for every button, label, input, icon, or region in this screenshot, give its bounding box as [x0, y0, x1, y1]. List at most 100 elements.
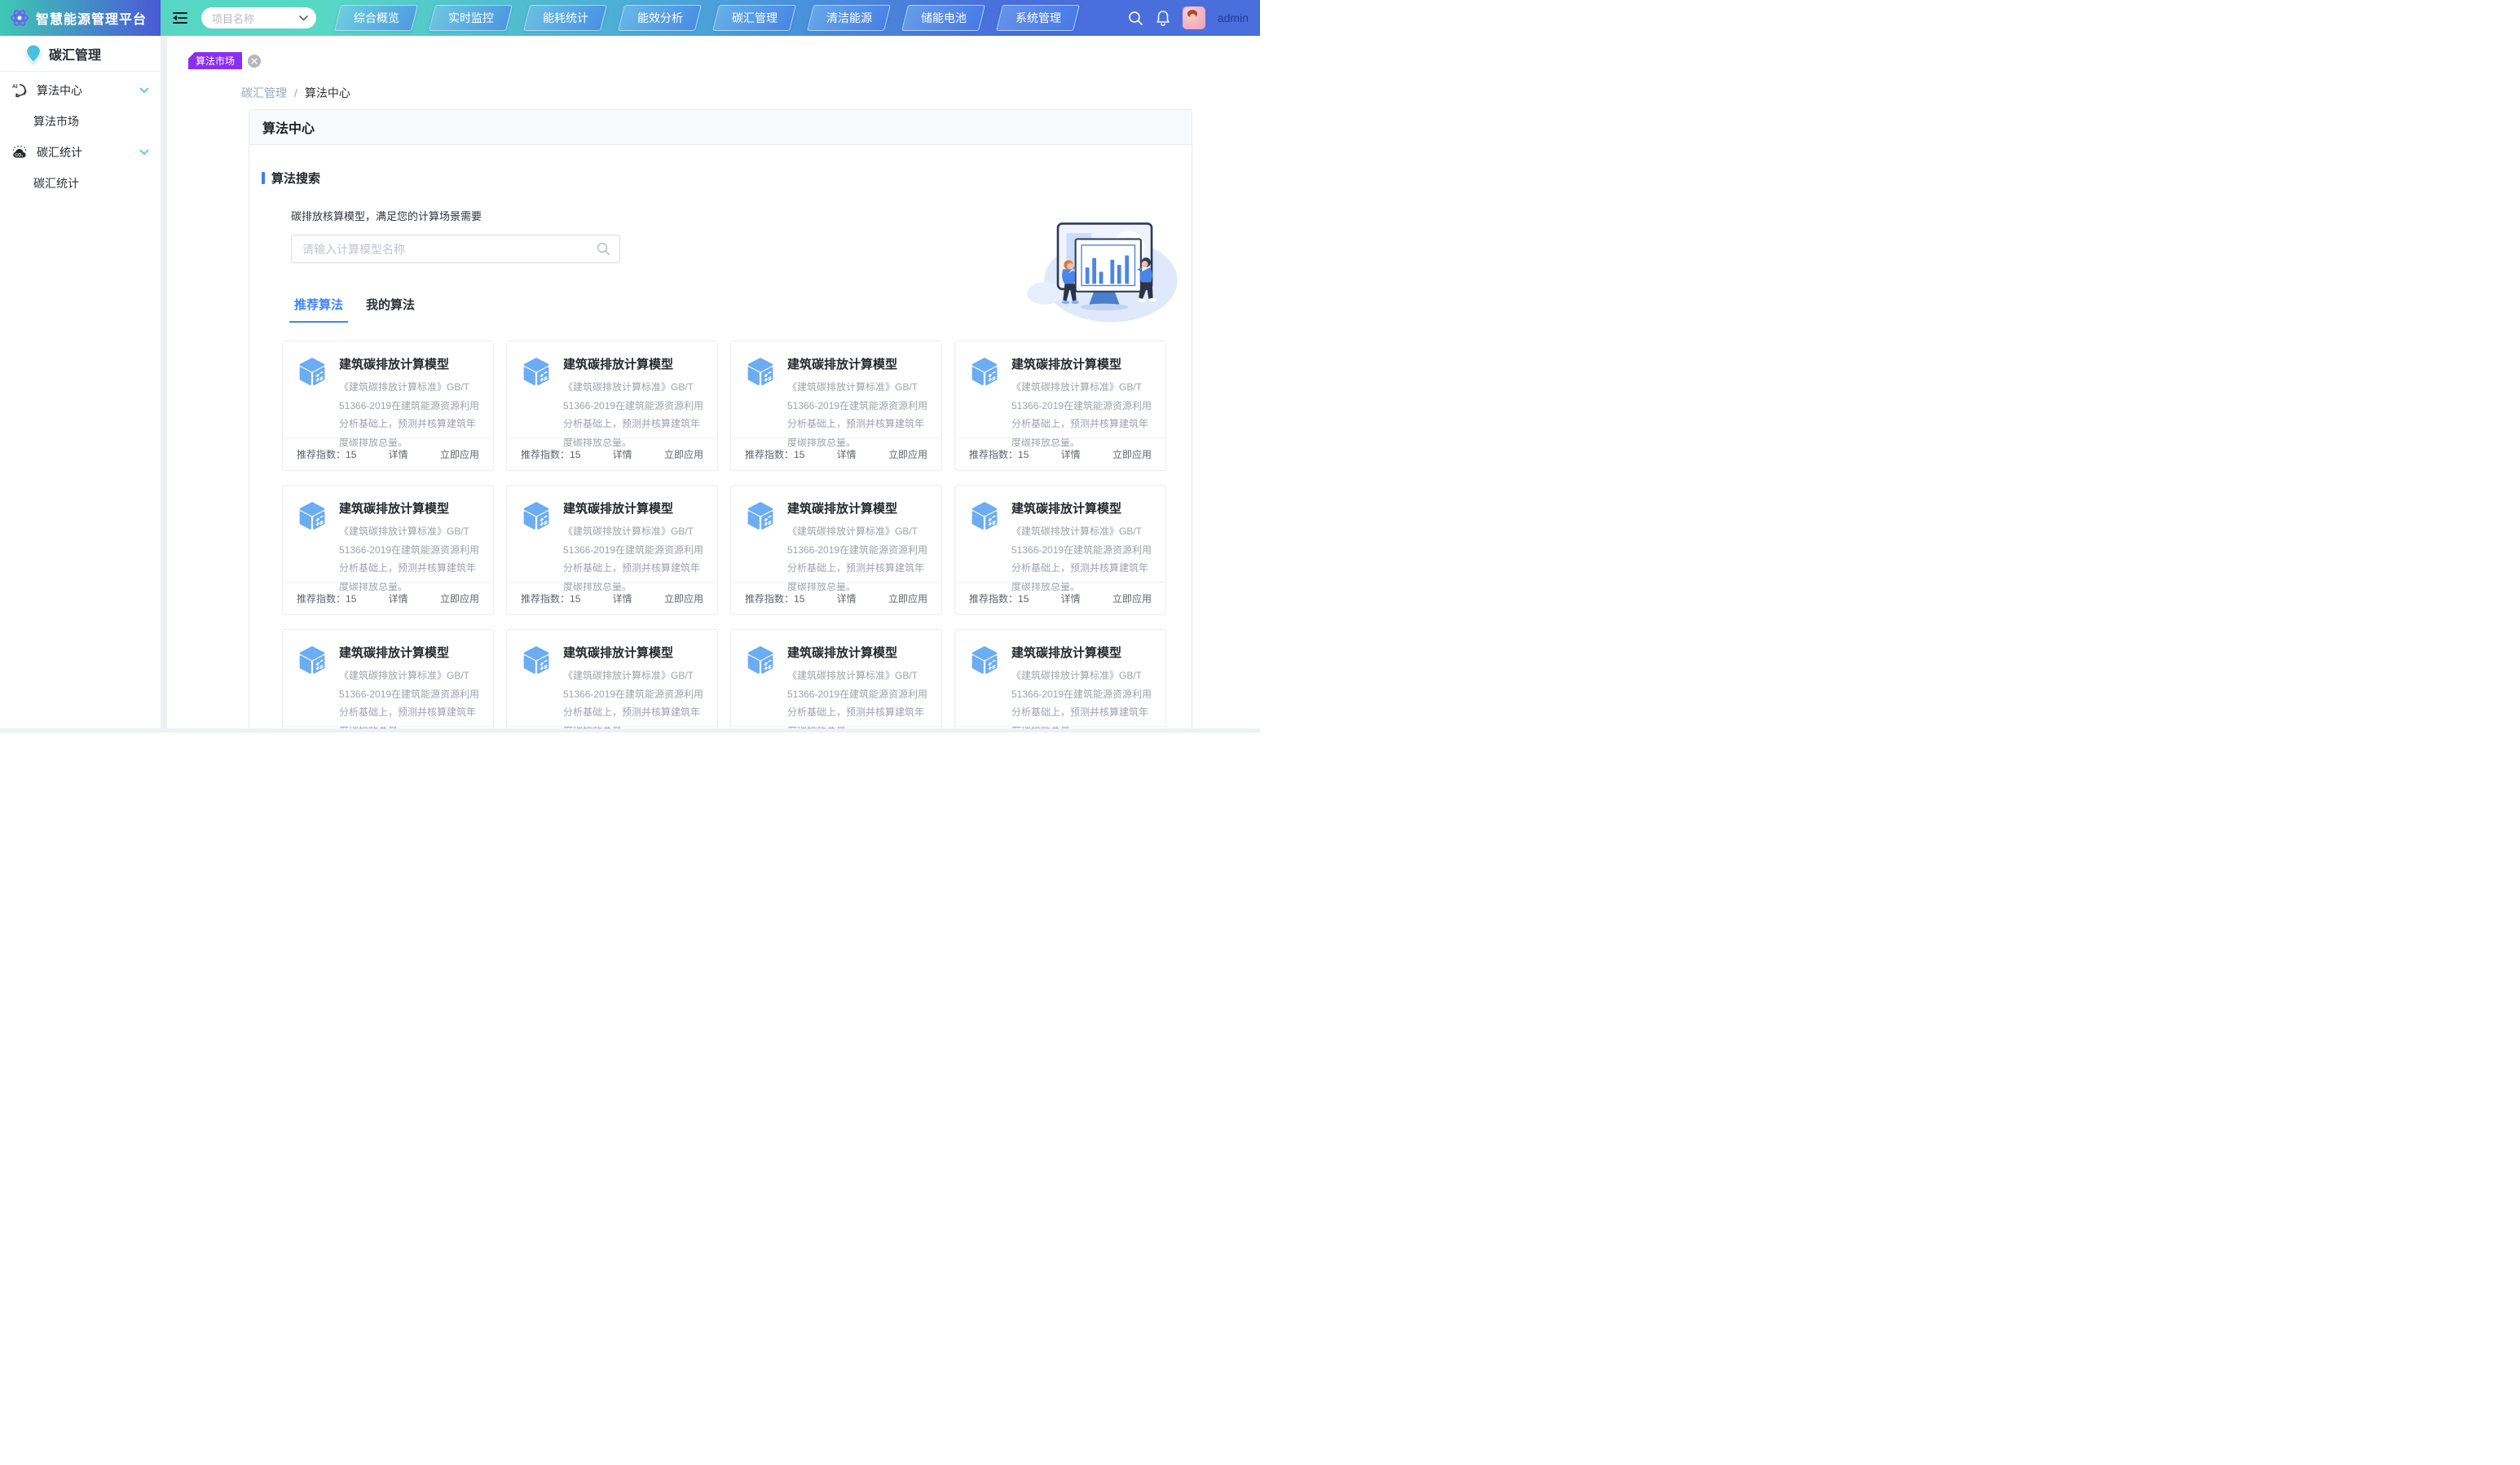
card-footer: 推荐指数：15 详情 立即应用	[507, 582, 717, 614]
section-label: 算法搜索	[271, 169, 320, 187]
header-nav: 综合概览 实时监控 能耗统计 能效分析 碳汇管理 清洁能源 储能电池 系统管理	[337, 5, 1077, 31]
recommend-score: 推荐指数：15	[745, 447, 804, 461]
detail-link[interactable]: 详情	[613, 592, 632, 605]
detail-link[interactable]: 详情	[389, 592, 408, 605]
detail-link[interactable]: 详情	[1061, 592, 1081, 605]
algorithm-card: 建筑碳排放计算模型 《建筑碳排放计算标准》GB/T 51366-2019在建筑能…	[730, 629, 942, 732]
panel-body: 算法搜索 碳排放核算模型，满足您的计算场景需要	[249, 145, 1192, 732]
model-cube-icon	[746, 357, 775, 386]
route-tag-algorithm-market[interactable]: 算法市场	[188, 52, 242, 69]
tag-close-button[interactable]	[248, 55, 261, 68]
card-description: 《建筑碳排放计算标准》GB/T 51366-2019在建筑能源资源利用分析基础上…	[1011, 667, 1152, 732]
recommend-score: 推荐指数：15	[521, 447, 580, 461]
svg-text:CO₂: CO₂	[15, 153, 24, 158]
model-cube-icon	[522, 357, 551, 386]
apply-link[interactable]: 立即应用	[664, 592, 703, 605]
algorithm-card: 建筑碳排放计算模型 《建筑碳排放计算标准》GB/T 51366-2019在建筑能…	[282, 629, 494, 732]
logo-area: 智慧能源管理平台	[0, 0, 161, 36]
atom-logo-icon	[10, 8, 29, 28]
algorithm-card: 建筑碳排放计算模型 《建筑碳排放计算标准》GB/T 51366-2019在建筑能…	[954, 341, 1166, 471]
sidebar-subitem-algorithm-market[interactable]: 算法市场	[0, 106, 161, 137]
sidebar-item-algorithm-center[interactable]: AI 算法中心	[0, 75, 161, 106]
sidebar-item-label: 算法中心	[37, 82, 139, 99]
detail-link[interactable]: 详情	[837, 592, 857, 605]
apply-link[interactable]: 立即应用	[1112, 447, 1152, 461]
nav-tab-能效分析[interactable]: 能效分析	[618, 5, 702, 31]
algorithm-card: 建筑碳排放计算模型 《建筑碳排放计算标准》GB/T 51366-2019在建筑能…	[282, 485, 494, 615]
nav-tab-碳汇管理[interactable]: 碳汇管理	[712, 5, 796, 31]
sidebar-subitem-carbon-statistics[interactable]: 碳汇统计	[0, 168, 161, 199]
chevron-down-icon	[139, 149, 149, 156]
model-cube-icon	[970, 357, 999, 386]
recommend-score: 推荐指数：15	[969, 592, 1029, 605]
breadcrumb-parent[interactable]: 碳汇管理	[241, 85, 287, 101]
card-description: 《建筑碳排放计算标准》GB/T 51366-2019在建筑能源资源利用分析基础上…	[339, 667, 480, 732]
algorithm-card: 建筑碳排放计算模型 《建筑碳排放计算标准》GB/T 51366-2019在建筑能…	[506, 341, 718, 471]
collapse-sidebar-icon[interactable]	[172, 11, 188, 25]
sidebar-module-title: 碳汇管理	[49, 44, 101, 64]
search-icon[interactable]	[1128, 11, 1143, 26]
apply-link[interactable]: 立即应用	[888, 447, 927, 461]
username-label[interactable]: admin	[1218, 11, 1249, 24]
algorithm-card: 建筑碳排放计算模型 《建筑碳排放计算标准》GB/T 51366-2019在建筑能…	[506, 485, 718, 615]
svg-text:AI: AI	[12, 84, 18, 90]
input-search-icon[interactable]	[597, 242, 610, 256]
nav-tab-实时监控[interactable]: 实时监控	[429, 5, 513, 31]
user-avatar[interactable]	[1183, 7, 1205, 29]
header-right: admin	[1128, 0, 1249, 36]
card-footer: 推荐指数：15 详情 立即应用	[731, 582, 941, 614]
apply-link[interactable]: 立即应用	[1112, 592, 1152, 605]
top-header: 智慧能源管理平台 项目名称 综合概览 实时监控 能耗统计 能效分析 碳汇管理 清…	[0, 0, 1260, 36]
card-title: 建筑碳排放计算模型	[339, 355, 480, 372]
apply-link[interactable]: 立即应用	[664, 447, 703, 461]
detail-link[interactable]: 详情	[613, 447, 632, 461]
sidebar-menu: AI 算法中心 算法市场 CO₂ 碳汇统计	[0, 72, 161, 199]
location-pin-icon	[25, 44, 42, 64]
model-cube-icon	[522, 501, 551, 530]
nav-tab-清洁能源[interactable]: 清洁能源	[807, 5, 891, 31]
project-select[interactable]: 项目名称	[201, 7, 316, 29]
sidebar-item-carbon-statistics[interactable]: CO₂ 碳汇统计	[0, 137, 161, 168]
detail-link[interactable]: 详情	[837, 447, 857, 461]
app-window: 智慧能源管理平台 项目名称 综合概览 实时监控 能耗统计 能效分析 碳汇管理 清…	[0, 0, 1260, 732]
detail-link[interactable]: 详情	[1061, 447, 1081, 461]
model-search-input[interactable]	[292, 243, 597, 256]
model-cube-icon	[746, 501, 775, 530]
apply-link[interactable]: 立即应用	[888, 592, 927, 605]
card-description: 《建筑碳排放计算标准》GB/T 51366-2019在建筑能源资源利用分析基础上…	[787, 667, 928, 732]
algorithm-search-section: 算法搜索	[262, 169, 1192, 187]
project-select-placeholder: 项目名称	[212, 11, 254, 26]
tab-我的算法[interactable]: 我的算法	[366, 296, 415, 323]
nav-tab-能耗统计[interactable]: 能耗统计	[523, 5, 607, 31]
card-footer: 推荐指数：15 详情 立即应用	[283, 582, 493, 614]
section-bar	[262, 172, 265, 184]
model-cube-icon	[522, 645, 551, 675]
bell-icon[interactable]	[1156, 10, 1170, 26]
model-cube-icon	[297, 501, 327, 530]
nav-tab-综合概览[interactable]: 综合概览	[334, 5, 418, 31]
algorithm-card: 建筑碳排放计算模型 《建筑碳排放计算标准》GB/T 51366-2019在建筑能…	[730, 485, 942, 615]
analytics-illustration	[1027, 217, 1182, 324]
nav-tab-储能电池[interactable]: 储能电池	[901, 5, 985, 31]
apply-link[interactable]: 立即应用	[440, 447, 479, 461]
tab-推荐算法[interactable]: 推荐算法	[294, 296, 343, 323]
card-title: 建筑碳排放计算模型	[563, 499, 704, 517]
model-cube-icon	[970, 501, 999, 530]
recommend-score: 推荐指数：15	[969, 447, 1029, 461]
recommend-score: 推荐指数：15	[297, 592, 356, 605]
horizontal-scrollbar-track[interactable]	[0, 728, 1260, 732]
model-cube-icon	[297, 357, 327, 386]
main-content: 算法市场 碳汇管理 / 算法中心 算法中心 算法搜索 碳排放核算模型，满足您的	[161, 36, 1260, 732]
close-icon	[251, 58, 258, 64]
panel-header: 算法中心	[249, 110, 1192, 145]
app-title: 智慧能源管理平台	[36, 8, 147, 28]
sidebar-header: 碳汇管理	[0, 36, 161, 72]
algorithm-center-panel: 算法中心 算法搜索 碳排放核算模型，满足您的计算场景需要	[249, 109, 1192, 732]
algorithm-card: 建筑碳排放计算模型 《建筑碳排放计算标准》GB/T 51366-2019在建筑能…	[730, 341, 942, 471]
apply-link[interactable]: 立即应用	[440, 592, 479, 605]
card-footer: 推荐指数：15 详情 立即应用	[955, 582, 1165, 614]
tags-bar: 算法市场	[188, 52, 1260, 69]
detail-link[interactable]: 详情	[389, 447, 408, 461]
sidebar-item-label: 碳汇统计	[37, 144, 139, 161]
nav-tab-系统管理[interactable]: 系统管理	[996, 5, 1080, 31]
